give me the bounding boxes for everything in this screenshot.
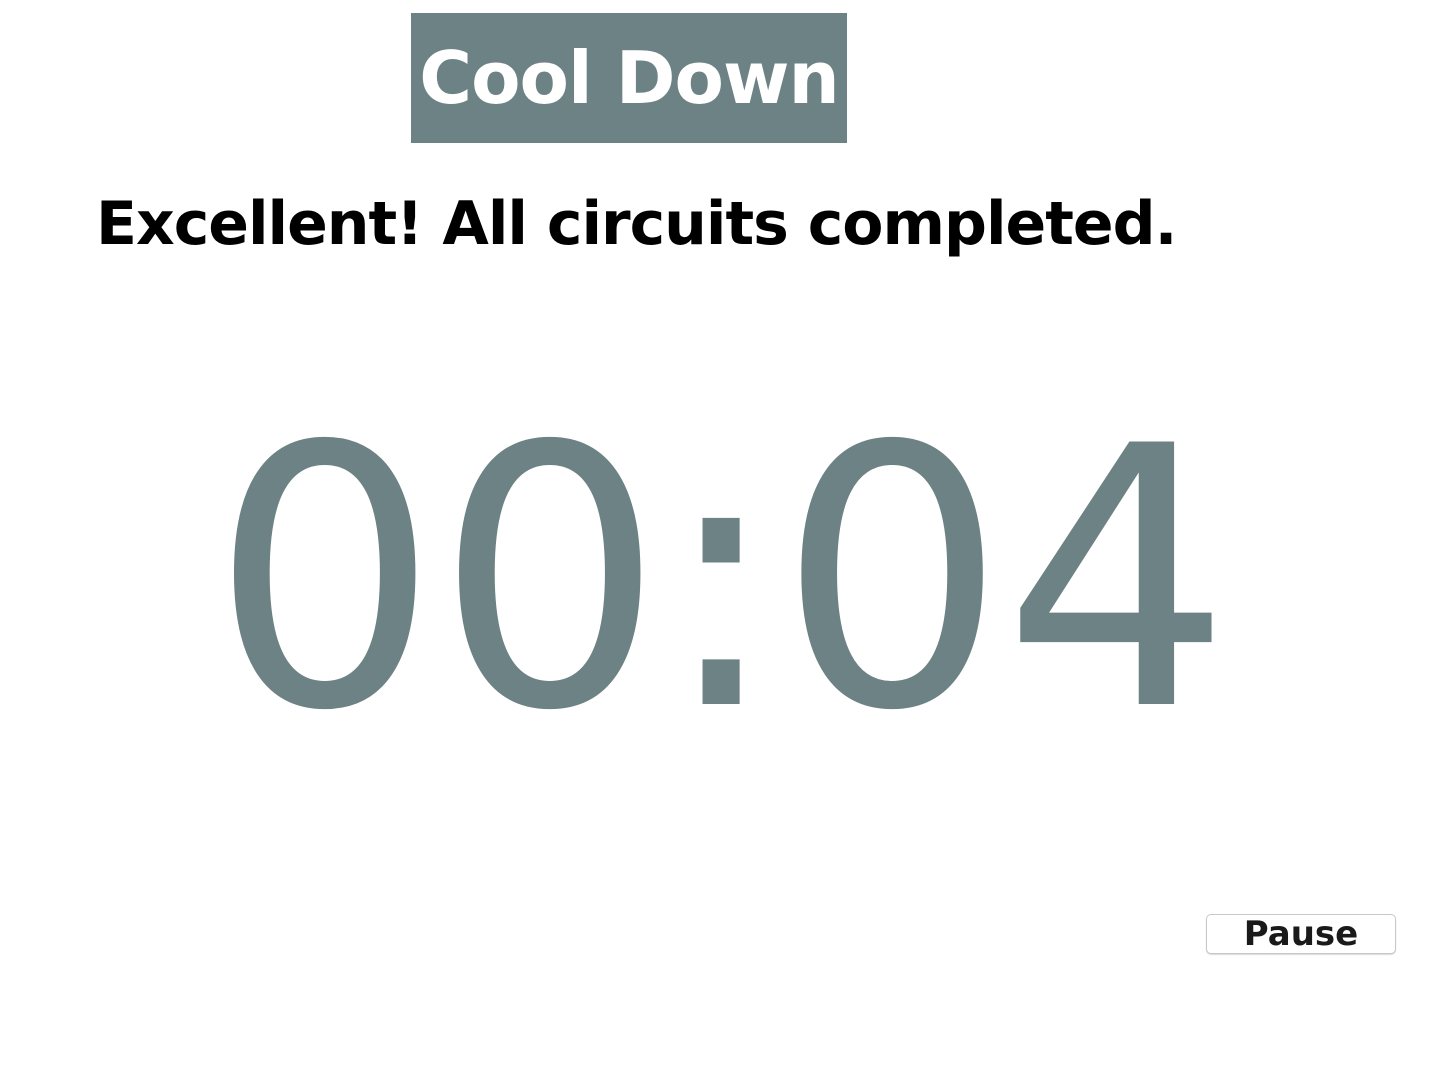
phase-banner: Cool Down (411, 13, 847, 143)
pause-button[interactable]: Pause (1206, 914, 1396, 954)
phase-title: Cool Down (419, 36, 840, 120)
countdown-timer: 00:04 (210, 370, 1231, 789)
status-message: Excellent! All circuits completed. (96, 189, 1177, 259)
